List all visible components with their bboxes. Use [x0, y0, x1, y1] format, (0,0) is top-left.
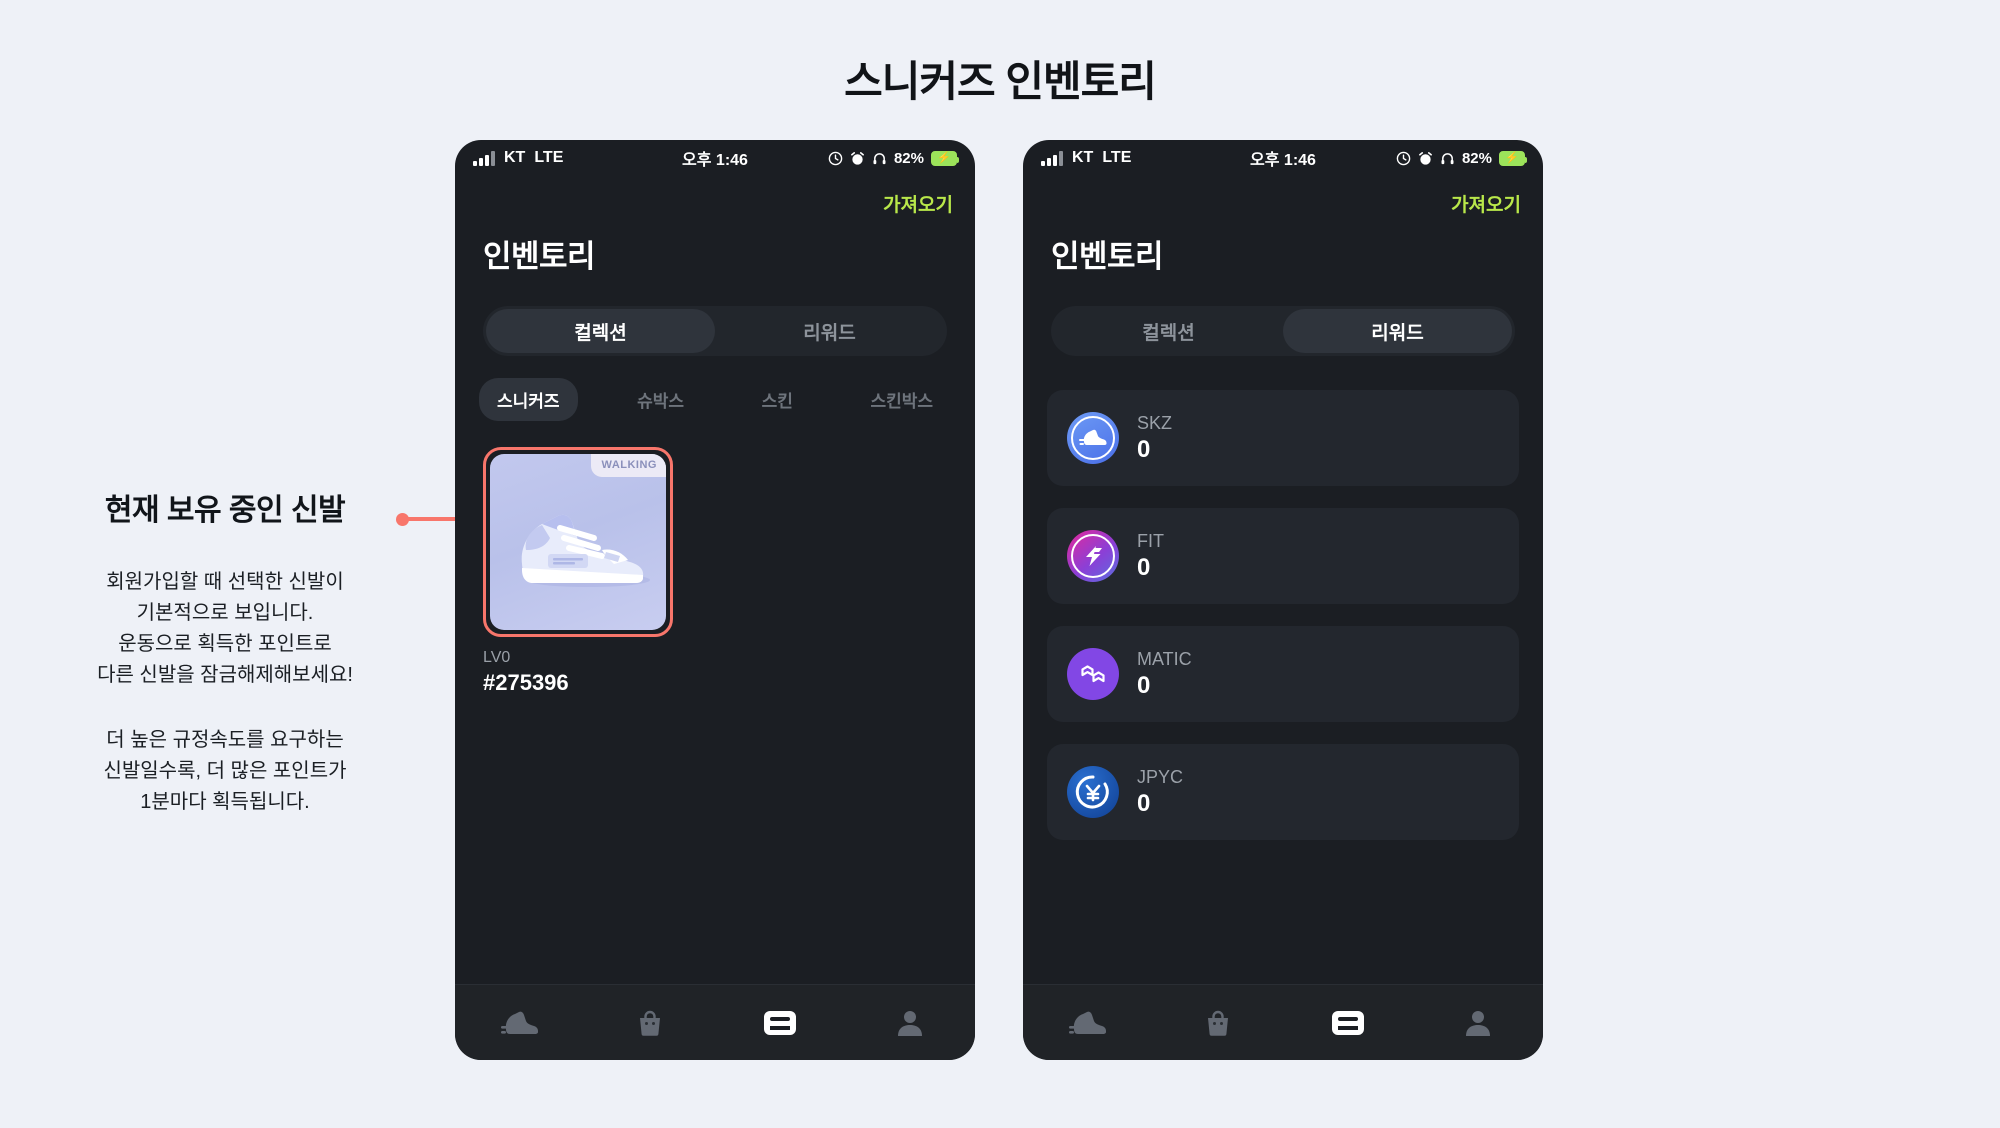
annotation-block: 현재 보유 중인 신발 회원가입할 때 선택한 신발이 기본적으로 보입니다. …: [40, 485, 410, 818]
sneaker-icon: [1069, 1011, 1106, 1034]
headphones-icon: [1441, 152, 1454, 164]
reward-name: MATIC: [1137, 648, 1192, 669]
network-label: LTE: [1102, 149, 1132, 166]
status-bar: KT LTE 오후 1:46 82% ⚡: [1023, 140, 1543, 176]
sneaker-level: LV0: [483, 649, 511, 666]
wallet-icon: [764, 1010, 796, 1035]
battery-charging-icon: ⚡: [931, 150, 959, 166]
reward-row-fit[interactable]: FIT 0: [1047, 508, 1519, 604]
reward-row-jpyc[interactable]: JPYC 0: [1047, 744, 1519, 840]
sneaker-id: #275396: [483, 670, 569, 695]
battery-percent-label: 82%: [1461, 149, 1492, 167]
page-title: 스니커즈 인벤토리: [844, 58, 1157, 105]
person-icon: [898, 1010, 922, 1036]
reward-value: 0: [1137, 553, 1151, 581]
sneaker-illustration: [521, 514, 650, 587]
sneaker-image: WALKING: [490, 454, 666, 630]
nav-sneaker[interactable]: [1023, 1009, 1153, 1037]
walking-badge: WALKING: [590, 454, 666, 477]
segment-reward[interactable]: 리워드: [1283, 309, 1512, 353]
status-bar: KT LTE 오후 1:46 82% ⚡: [455, 140, 975, 176]
subtab-bar: 스니커즈 슈박스 스킨 스킨박스: [479, 378, 951, 421]
nav-wallet[interactable]: [715, 1009, 845, 1037]
reward-name: JPYC: [1137, 766, 1184, 787]
segment-reward[interactable]: 리워드: [715, 309, 944, 353]
sneaker-icon: [501, 1011, 538, 1034]
annotation-title: 현재 보유 중인 신발: [104, 494, 346, 527]
nav-shop[interactable]: [585, 1008, 715, 1038]
subtab-sneakers[interactable]: 스니커즈: [479, 378, 578, 421]
shopping-bag-icon: [1208, 1010, 1228, 1036]
reward-row-skz[interactable]: SKZ 0: [1047, 390, 1519, 486]
sneaker-card[interactable]: WALKING: [483, 447, 673, 637]
nav-wallet[interactable]: [1283, 1009, 1413, 1037]
network-label: LTE: [534, 149, 564, 166]
segmented-control: 컬렉션 리워드: [1051, 306, 1515, 356]
segment-collection[interactable]: 컬렉션: [486, 309, 715, 353]
headphones-icon: [873, 152, 886, 164]
segmented-control: 컬렉션 리워드: [483, 306, 947, 356]
alarm-icon: [1419, 151, 1432, 165]
nav-profile[interactable]: [1413, 1008, 1543, 1038]
screen-title: 인벤토리: [1051, 239, 1164, 274]
bottom-navigation: [455, 984, 975, 1060]
segment-collection[interactable]: 컬렉션: [1054, 309, 1283, 353]
battery-charging-icon: ⚡: [1499, 150, 1527, 166]
shopping-bag-icon: [640, 1010, 660, 1036]
signal-icon: [1041, 150, 1063, 166]
polygon-coin-icon: [1067, 648, 1119, 700]
carrier-label: KT: [1072, 149, 1094, 166]
lightning-coin-icon: [1067, 530, 1119, 582]
sneaker-coin-icon: [1067, 412, 1119, 464]
phone-right-reward: KT LTE 오후 1:46 82% ⚡ 가져오기 인벤토리 컬렉션 리워드 S…: [1023, 140, 1543, 1060]
annotation-paragraph-2: 더 높은 규정속도를 요구하는 신발일수록, 더 많은 포인트가 1분마다 획득…: [103, 729, 347, 813]
stopwatch-icon: [828, 151, 843, 165]
reward-value: 0: [1137, 671, 1151, 699]
subtab-skin[interactable]: 스킨: [744, 378, 811, 421]
reward-name: SKZ: [1137, 412, 1173, 433]
reward-value: 0: [1137, 435, 1151, 463]
subtab-shoebox[interactable]: 슈박스: [619, 378, 702, 421]
stopwatch-icon: [1396, 151, 1411, 165]
reward-value: 0: [1137, 789, 1151, 817]
import-button[interactable]: 가져오기: [1451, 190, 1521, 217]
import-button[interactable]: 가져오기: [883, 190, 953, 217]
yen-coin-icon: [1067, 766, 1119, 818]
annotation-paragraph-1: 회원가입할 때 선택한 신발이 기본적으로 보입니다. 운동으로 획득한 포인트…: [97, 571, 353, 686]
nav-sneaker[interactable]: [455, 1009, 585, 1037]
battery-percent-label: 82%: [893, 149, 924, 167]
carrier-label: KT: [504, 149, 526, 166]
subtab-skinbox[interactable]: 스킨박스: [852, 378, 951, 421]
reward-row-matic[interactable]: MATIC 0: [1047, 626, 1519, 722]
bottom-navigation: [1023, 984, 1543, 1060]
nav-profile[interactable]: [845, 1008, 975, 1038]
phone-left-collection: KT LTE 오후 1:46 82% ⚡ 가져오기 인벤토리 컬렉션 리워드 스…: [455, 140, 975, 1060]
reward-name: FIT: [1137, 530, 1164, 551]
screen-title: 인벤토리: [483, 239, 596, 274]
person-icon: [1466, 1010, 1490, 1036]
signal-icon: [473, 150, 495, 166]
reward-list: SKZ 0 FIT 0 MATIC 0 JPYC 0: [1023, 356, 1543, 840]
alarm-icon: [851, 151, 864, 165]
nav-shop[interactable]: [1153, 1008, 1283, 1038]
wallet-icon: [1332, 1010, 1364, 1035]
